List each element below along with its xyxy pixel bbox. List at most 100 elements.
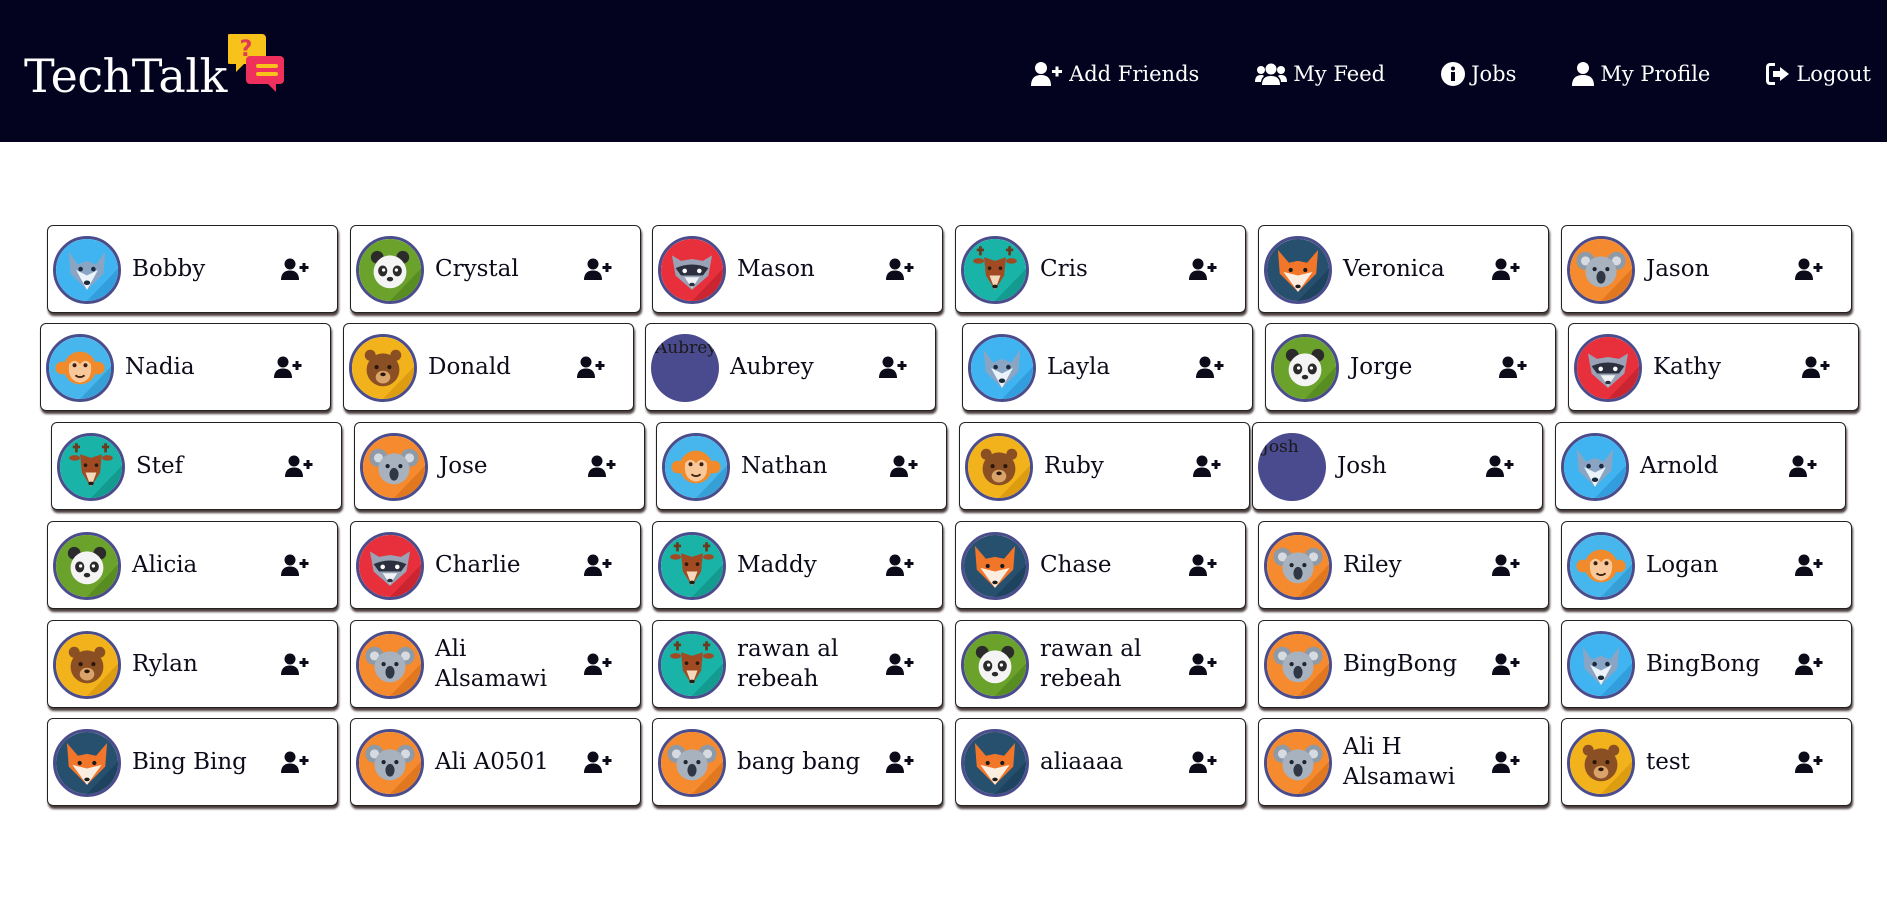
user-plus-icon (1795, 653, 1823, 675)
friend-name: Mason (737, 256, 815, 282)
friend-name: Nathan (741, 453, 828, 479)
user-plus-icon (1189, 554, 1217, 576)
add-friend-button[interactable] (890, 455, 918, 479)
friend-card: Nathan (656, 422, 947, 510)
bear-avatar (965, 433, 1033, 501)
add-friend-button[interactable] (1189, 258, 1217, 282)
avatar-alt-text: Josh (1262, 437, 1299, 457)
add-friend-button[interactable] (274, 356, 302, 380)
friend-card: Donald (343, 323, 634, 411)
add-friend-button[interactable] (1193, 455, 1221, 479)
add-friend-button[interactable] (1795, 751, 1823, 775)
add-friend-button[interactable] (886, 258, 914, 282)
add-friend-button[interactable] (285, 455, 313, 479)
user-plus-icon (1189, 258, 1217, 280)
add-friend-button[interactable] (281, 258, 309, 282)
add-friend-button[interactable] (886, 653, 914, 677)
add-friend-button[interactable] (1486, 455, 1514, 479)
panda-avatar (1271, 334, 1339, 402)
add-friend-button[interactable] (1795, 258, 1823, 282)
user-plus-icon (1802, 356, 1830, 378)
friend-name: aliaaaa (1040, 749, 1124, 775)
koala-avatar (658, 729, 726, 797)
user-plus-icon (281, 751, 309, 773)
user-plus-icon (584, 751, 612, 773)
friend-name: Jason (1646, 256, 1710, 282)
wolf-avatar (1561, 433, 1629, 501)
friend-card: Crystal (350, 225, 641, 313)
add-friend-button[interactable] (1499, 356, 1527, 380)
panda-avatar (961, 631, 1029, 699)
add-friend-button[interactable] (1789, 455, 1817, 479)
koala-avatar (356, 631, 424, 699)
user-plus-icon (886, 258, 914, 280)
user-plus-icon (1795, 554, 1823, 576)
bear-avatar (53, 631, 121, 699)
user-plus-icon (285, 455, 313, 477)
add-friend-button[interactable] (584, 751, 612, 775)
friend-name: Crystal (435, 256, 519, 282)
user-plus-icon (281, 554, 309, 576)
add-friend-button[interactable] (1492, 653, 1520, 677)
friend-name: rawan al rebeah (737, 636, 839, 692)
deer-avatar (658, 532, 726, 600)
friend-card: Ali A0501 (350, 718, 641, 806)
friend-card: Alicia (47, 521, 338, 609)
koala-avatar (1264, 532, 1332, 600)
add-friend-button[interactable] (1189, 653, 1217, 677)
koala-avatar (360, 433, 428, 501)
friend-card: Riley (1258, 521, 1549, 609)
add-friend-button[interactable] (1196, 356, 1224, 380)
add-friend-button[interactable] (1492, 554, 1520, 578)
user-plus-icon (1486, 455, 1514, 477)
friend-card: Logan (1561, 521, 1852, 609)
add-friend-button[interactable] (281, 554, 309, 578)
add-friend-button[interactable] (577, 356, 605, 380)
add-friend-button[interactable] (281, 653, 309, 677)
raccoon-avatar (658, 236, 726, 304)
user-plus-icon (281, 653, 309, 675)
friend-name: BingBong (1646, 651, 1761, 677)
friend-name: Nadia (125, 354, 195, 380)
add-friend-button[interactable] (281, 751, 309, 775)
friend-name: Ruby (1044, 453, 1104, 479)
add-friend-button[interactable] (1795, 554, 1823, 578)
fox-avatar (1264, 236, 1332, 304)
user-plus-icon (1492, 751, 1520, 773)
koala-avatar (356, 729, 424, 797)
add-friend-button[interactable] (879, 356, 907, 380)
friend-name: Charlie (435, 552, 521, 578)
friend-name: test (1646, 749, 1690, 775)
add-friend-button[interactable] (584, 554, 612, 578)
friend-card: rawan al rebeah (652, 620, 943, 708)
add-friend-button[interactable] (584, 258, 612, 282)
add-friend-button[interactable] (886, 554, 914, 578)
friend-name: Kathy (1653, 354, 1721, 380)
add-friend-button[interactable] (584, 653, 612, 677)
friend-card: Arnold (1555, 422, 1846, 510)
user-plus-icon (1789, 455, 1817, 477)
user-plus-icon (588, 455, 616, 477)
wolf-avatar (968, 334, 1036, 402)
broken-avatar-image: Aubrey (651, 334, 719, 402)
add-friend-button[interactable] (1492, 258, 1520, 282)
wolf-avatar (53, 236, 121, 304)
add-friend-button[interactable] (886, 751, 914, 775)
friend-name: Chase (1040, 552, 1112, 578)
add-friend-button[interactable] (1795, 653, 1823, 677)
add-friend-button[interactable] (588, 455, 616, 479)
wolf-avatar (1567, 631, 1635, 699)
raccoon-avatar (1574, 334, 1642, 402)
add-friend-button[interactable] (1802, 356, 1830, 380)
deer-avatar (57, 433, 125, 501)
add-friend-button[interactable] (1492, 751, 1520, 775)
friend-name: Maddy (737, 552, 817, 578)
add-friend-button[interactable] (1189, 751, 1217, 775)
friend-card: Nadia (40, 323, 331, 411)
friend-card: Maddy (652, 521, 943, 609)
add-friend-button[interactable] (1189, 554, 1217, 578)
monkey-avatar (662, 433, 730, 501)
friend-name: Rylan (132, 651, 198, 677)
friend-card: Veronica (1258, 225, 1549, 313)
user-plus-icon (1189, 751, 1217, 773)
